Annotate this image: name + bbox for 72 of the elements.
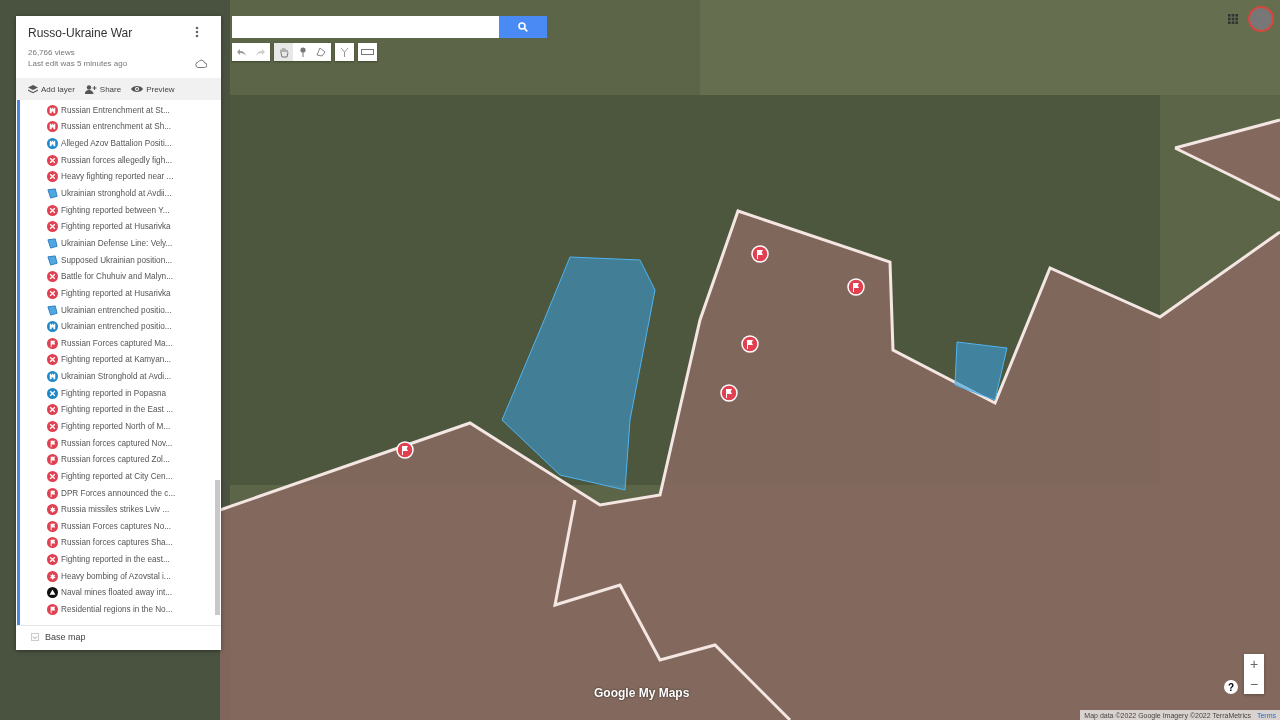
zoom-out-button[interactable]: − (1244, 674, 1264, 694)
map-logo: Google My Maps (594, 686, 690, 700)
layer-item[interactable]: Russian entrenchment at Sh... (47, 118, 176, 136)
layer-item[interactable]: Heavy bombing of Azovstal i... (47, 567, 176, 585)
redo-icon (256, 48, 265, 56)
layer-item[interactable]: Russian forces captured Zol... (47, 451, 176, 469)
pin-icon (299, 47, 306, 57)
layer-item[interactable]: Russian forces captures Sha... (47, 534, 176, 552)
layer-item[interactable]: Ukrainian entrenched positio... (47, 318, 176, 335)
ukrainian-position-area (954, 341, 1008, 401)
layer-item[interactable]: Alleged Azov Battalion Positi... (47, 135, 176, 152)
expand-icon[interactable] (31, 633, 39, 641)
marker-tool-button[interactable] (293, 43, 312, 61)
toolbar-button[interactable]: Add layer (28, 84, 75, 94)
layer-item[interactable]: Battle for Chuhuiv and Malyn... (47, 268, 176, 286)
flag-map-marker[interactable] (741, 335, 759, 353)
ruler-tool-button[interactable] (358, 43, 377, 61)
flag-map-marker[interactable] (396, 441, 414, 459)
undo-button[interactable] (232, 43, 251, 61)
toolbar-button[interactable]: Preview (131, 84, 175, 94)
draw-line-tool-button[interactable] (312, 43, 331, 61)
apps-grid-icon[interactable] (1228, 14, 1238, 24)
layer-item[interactable]: Supposed Ukrainian position... (47, 251, 176, 269)
layer-item[interactable]: Fighting reported between Y... (47, 201, 176, 219)
ruler-icon (361, 49, 374, 55)
layer-item[interactable]: Fighting reported in the East ... (47, 401, 176, 419)
flag-map-marker[interactable] (720, 384, 738, 402)
layer-item[interactable]: Russian Forces captures No... (47, 518, 176, 535)
map-title: Russo-Ukraine War (28, 26, 134, 40)
layer-item[interactable]: Ukrainian Stronghold at Avdi... (47, 368, 176, 385)
layer-item[interactable]: Fighting reported at City Cen... (47, 468, 176, 485)
layer-item[interactable]: Fighting reported at Husarivka (47, 285, 176, 302)
layer-item[interactable]: Russian Entrenchment at St... (47, 102, 176, 119)
toolbar-button[interactable]: Share (84, 84, 122, 94)
layer-item[interactable]: DPR Forces announced the c... (47, 484, 176, 502)
more-options-icon[interactable] (195, 26, 199, 38)
hand-icon (278, 46, 289, 58)
layer-item[interactable]: Naval mines floated away int... (47, 584, 176, 602)
layer-item[interactable]: Fighting reported North of M... (47, 418, 176, 435)
layer-item[interactable]: Russia missiles strikes Lviv ... (47, 501, 176, 518)
undo-icon (237, 48, 246, 56)
base-map-label[interactable]: Base map (45, 632, 86, 642)
layer-item[interactable]: Ukrainian Defense Line: Vely... (47, 235, 176, 252)
eye-icon (131, 85, 144, 93)
layer-item[interactable]: Russian Forces captured Ma... (47, 334, 176, 352)
directions-tool-button[interactable] (335, 43, 354, 61)
view-count: 26,766 views (28, 48, 76, 57)
fork-arrow-icon (340, 47, 349, 57)
layer-item[interactable]: Ukrainian stronghold at Avdii... (47, 185, 176, 202)
zoom-in-button[interactable]: + (1244, 654, 1264, 674)
search-field[interactable] (232, 16, 499, 38)
search-button[interactable] (499, 16, 547, 38)
search-icon (518, 22, 528, 32)
redo-button[interactable] (251, 43, 270, 61)
layer-item[interactable]: Fighting reported at Husarivka (47, 218, 176, 236)
flag-map-marker[interactable] (847, 278, 865, 296)
layer-item[interactable]: Heavy fighting reported near ... (47, 168, 176, 186)
layers-icon (28, 84, 38, 94)
layer-item[interactable]: Ukrainian entrenched positio... (47, 301, 176, 319)
scrollbar[interactable] (215, 480, 220, 615)
layer-item[interactable]: Russian forces captured Nov... (47, 434, 176, 452)
layer-item[interactable]: Fighting reported in Popasna (47, 384, 176, 402)
flag-map-marker[interactable] (751, 245, 769, 263)
add-person-icon (84, 84, 97, 94)
layer-item[interactable]: Fighting reported in the east... (47, 551, 176, 568)
layer-item[interactable]: Residential regions in the No... (47, 601, 176, 618)
last-edit-text: Last edit was 5 minutes ago (28, 59, 129, 68)
cloud-icon (195, 59, 207, 68)
layer-item[interactable]: Fighting reported at Kamyan... (47, 351, 176, 369)
hand-tool-button[interactable] (274, 43, 293, 61)
layer-item[interactable]: Russian forces allegedly figh... (47, 151, 176, 169)
polyline-icon (316, 47, 327, 57)
